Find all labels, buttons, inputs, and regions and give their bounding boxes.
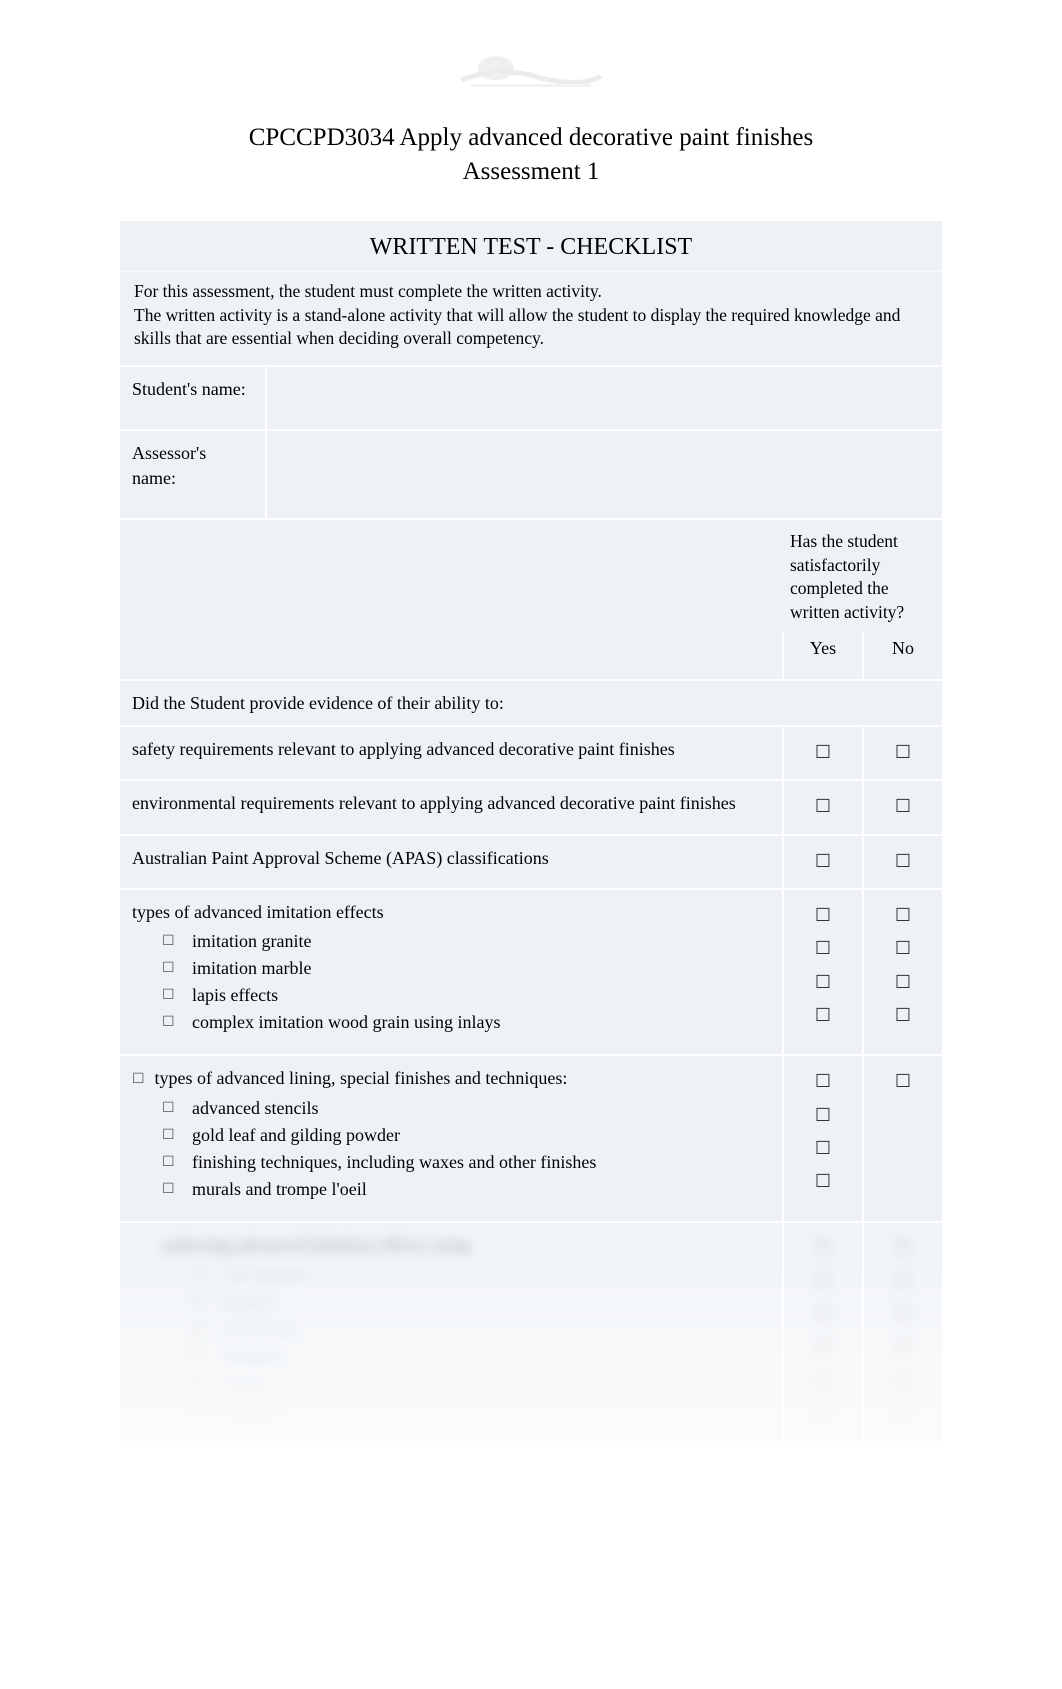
yes-col: ☐ ☐ ☐ ☐ [782, 890, 862, 1054]
assessment-number: Assessment 1 [120, 155, 942, 189]
assessor-name-row: Assessor's name: [120, 429, 942, 518]
criteria-row-apas: Australian Paint Approval Scheme (APAS) … [120, 834, 942, 888]
criteria-text: ☐ types of advanced lining, special fini… [120, 1056, 782, 1220]
criteria-lead: types of advanced imitation effects [132, 902, 384, 922]
list-item: ☐finishing techniques, including waxes a… [162, 1149, 768, 1176]
criteria-row-safety: safety requirements relevant to applying… [120, 725, 942, 779]
checkbox-icon[interactable]: ☐ [815, 904, 831, 927]
checkbox-icon[interactable]: ☐ [895, 1004, 911, 1027]
criteria-text: safety requirements relevant to applying… [120, 727, 782, 779]
blur-overlay [120, 1223, 942, 1441]
criteria-sublist: ☐advanced stencils ☐gold leaf and gildin… [132, 1095, 768, 1203]
criteria-text: Australian Paint Approval Scheme (APAS) … [120, 836, 782, 888]
checkbox-icon[interactable]: ☐ [815, 795, 831, 818]
intro-text: For this assessment, the student must co… [120, 272, 942, 365]
student-name-value[interactable] [265, 367, 942, 429]
no-col: ☐ [862, 781, 942, 833]
yes-no-header: Yes No [120, 632, 942, 678]
no-col: ☐ [862, 836, 942, 888]
no-col: ☐ [862, 727, 942, 779]
yes-header: Yes [782, 632, 862, 678]
assessor-name-label: Assessor's name: [120, 431, 265, 518]
checkbox-icon[interactable]: ☐ [895, 795, 911, 818]
list-item: ☐imitation granite [162, 928, 768, 955]
criteria-intro: Did the Student provide evidence of thei… [120, 679, 942, 725]
checkbox-icon[interactable]: ☐ [895, 937, 911, 960]
bullet-icon: ☐ [162, 1124, 175, 1145]
checkbox-icon[interactable]: ☐ [815, 850, 831, 873]
criteria-row-environmental: environmental requirements relevant to a… [120, 779, 942, 833]
criteria-sublist: ☐imitation granite ☐imitation marble ☐la… [132, 928, 768, 1036]
section-heading: WRITTEN TEST - CHECKLIST [120, 221, 942, 272]
checkbox-icon[interactable]: ☐ [815, 1104, 831, 1127]
title-block: CPCCPD3034 Apply advanced decorative pai… [120, 121, 942, 189]
list-item: ☐complex imitation wood grain using inla… [162, 1009, 768, 1036]
logo-image [441, 40, 621, 95]
bullet-icon: ☐ [162, 1011, 175, 1032]
yes-col: ☐ [782, 727, 862, 779]
no-header: No [862, 632, 942, 678]
checkbox-icon[interactable]: ☐ [815, 1070, 831, 1093]
intro-line-2: The written activity is a stand-alone ac… [134, 304, 928, 351]
checkbox-icon[interactable]: ☐ [815, 1170, 831, 1193]
bullet-icon: ☐ [162, 1178, 175, 1199]
checkbox-icon[interactable]: ☐ [895, 904, 911, 927]
student-name-label: Student's name: [120, 367, 265, 429]
student-name-row: Student's name: [120, 365, 942, 429]
checklist-table: WRITTEN TEST - CHECKLIST For this assess… [120, 221, 942, 1441]
checkbox-icon[interactable]: ☐ [815, 741, 831, 764]
yes-col: ☐ ☐ ☐ ☐ [782, 1056, 862, 1220]
list-item: ☐imitation marble [162, 955, 768, 982]
criteria-lead: types of advanced lining, special finish… [155, 1068, 568, 1088]
list-item: ☐gold leaf and gilding powder [162, 1122, 768, 1149]
checkbox-icon[interactable]: ☐ [895, 741, 911, 764]
criteria-row-lining-finishes: ☐ types of advanced lining, special fini… [120, 1054, 942, 1220]
criteria-text: types of advanced imitation effects ☐imi… [120, 890, 782, 1054]
bullet-icon: ☐ [162, 930, 175, 951]
eval-header-row: Has the student satisfactorily completed… [120, 518, 942, 633]
criteria-text: environmental requirements relevant to a… [120, 781, 782, 833]
yes-col: ☐ [782, 836, 862, 888]
bullet-icon: ☐ [162, 984, 175, 1005]
assessor-name-value[interactable] [265, 431, 942, 518]
checkbox-icon[interactable]: ☐ [895, 971, 911, 994]
eval-question: Has the student satisfactorily completed… [782, 520, 942, 633]
list-item: ☐murals and trompe l'oeil [162, 1176, 768, 1203]
checkbox-icon[interactable]: ☐ [895, 1070, 911, 1093]
checkbox-icon[interactable]: ☐ [815, 937, 831, 960]
criteria-row-imitation-effects: types of advanced imitation effects ☐imi… [120, 888, 942, 1054]
bullet-icon: ☐ [162, 1151, 175, 1172]
checkbox-icon[interactable]: ☐ [815, 971, 831, 994]
intro-line-1: For this assessment, the student must co… [134, 280, 928, 304]
checkbox-icon[interactable]: ☐ [815, 1004, 831, 1027]
no-col: ☐ ☐ ☐ ☐ [862, 890, 942, 1054]
checkbox-icon[interactable]: ☐ [815, 1137, 831, 1160]
bullet-icon: ☐ [162, 957, 175, 978]
list-item: ☐lapis effects [162, 982, 768, 1009]
bullet-icon: ☐ [162, 1097, 175, 1118]
checkbox-icon[interactable]: ☐ [895, 850, 911, 873]
yes-col: ☐ [782, 781, 862, 833]
logo-area [120, 40, 942, 101]
no-col: ☐ [862, 1056, 942, 1220]
criteria-row-achieving-effects: achieving advanced imitation effects usi… [120, 1221, 942, 1441]
unit-title: CPCCPD3034 Apply advanced decorative pai… [120, 121, 942, 155]
list-item: ☐advanced stencils [162, 1095, 768, 1122]
bullet-icon: ☐ [132, 1069, 150, 1088]
